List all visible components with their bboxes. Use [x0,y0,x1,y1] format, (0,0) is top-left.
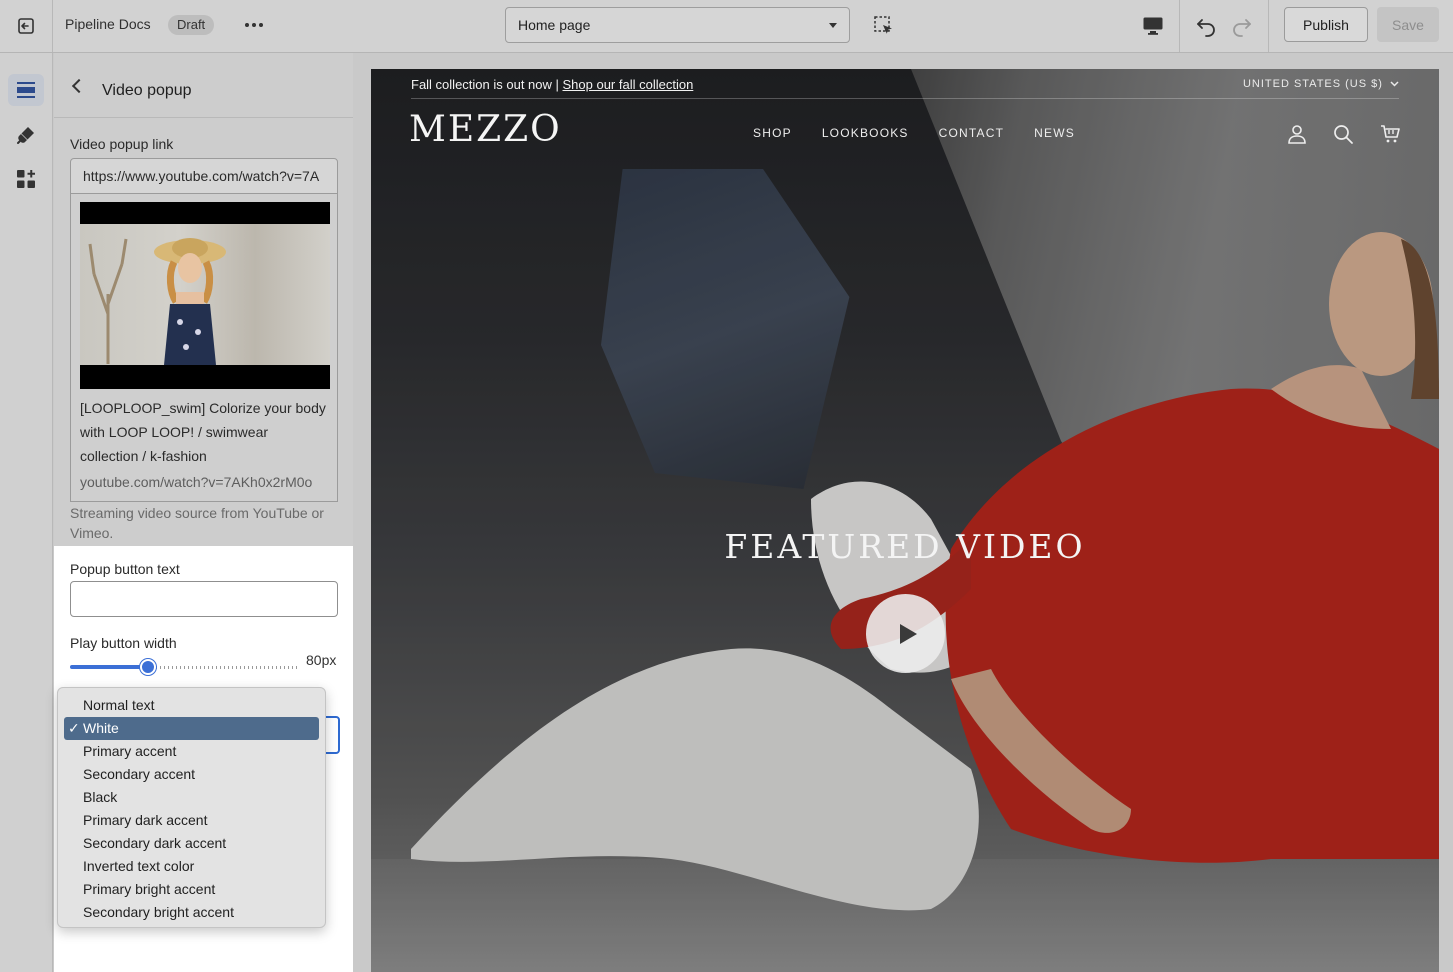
nav-item-contact[interactable]: CONTACT [939,126,1005,140]
video-embed-preview: [LOOPLOOP_swim] Colorize your body with … [70,194,338,502]
template-select[interactable]: Home page [505,7,850,43]
nav-item-lookbooks[interactable]: LOOKBOOKS [822,126,909,140]
theme-settings-button[interactable] [8,119,44,151]
menu-option-primary-dark-accent[interactable]: Primary dark accent [64,809,319,832]
exit-button[interactable] [0,0,53,52]
video-embed-title: [LOOPLOOP_swim] Colorize your body with … [80,400,326,464]
video-link-label: Video popup link [70,136,174,152]
slider-fill [70,665,148,669]
editor-topbar: Pipeline Docs Draft Home page Publish Sa… [0,0,1453,53]
country-selector[interactable]: UNITED STATES (US $) [1243,78,1399,90]
slider-handle[interactable] [140,659,156,675]
toolbar-divider [1179,0,1180,52]
video-link-input[interactable]: https://www.youtube.com/watch?v=7A [70,158,338,194]
toolbar-divider [1268,0,1269,52]
announcement-link[interactable]: Shop our fall collection [563,77,694,92]
back-chevron-icon[interactable] [71,78,87,94]
menu-option-normal-text[interactable]: Normal text [64,694,319,717]
more-dots-icon [245,23,249,27]
store-name: Pipeline Docs [65,16,151,32]
hero-title: FEATURED VIDEO [724,527,1086,566]
search-button[interactable] [1332,123,1354,145]
video-thumbnail [80,202,330,389]
template-select-value: Home page [518,17,591,33]
play-button-width-value: 80px [306,652,337,668]
cart-icon [1381,125,1400,143]
announcement-text: Fall collection is out now | Shop our fa… [411,77,694,92]
nav-item-news[interactable]: NEWS [1034,126,1075,140]
inspector-icon [874,16,892,34]
play-button-width-slider[interactable] [70,659,298,675]
video-embed-url[interactable]: youtube.com/watch?v=7AKh0x2rM0o [80,474,312,490]
inspector-button[interactable] [870,12,898,40]
exit-icon [18,18,34,34]
cart-button[interactable] [1379,123,1401,145]
chevron-down-icon [1390,81,1399,87]
main-navigation: SHOP LOOKBOOKS CONTACT NEWS [753,126,1075,140]
play-icon [899,623,917,644]
storefront-preview: Fall collection is out now | Shop our fa… [371,69,1439,972]
editor-sidebar-rail [0,53,53,972]
panel-header: Video popup [54,53,353,118]
announcement-bar: Fall collection is out now | Shop our fa… [371,69,1439,99]
account-icon [1288,125,1306,144]
more-actions-button[interactable] [240,13,268,37]
sections-button[interactable] [8,74,44,106]
thumbnail-branch-image [88,238,128,364]
apps-button[interactable] [8,163,44,195]
checkmark-icon: ✓ [68,720,80,736]
thumbnail-person-image [154,238,226,365]
color-dropdown-menu: Normal text ✓ White Primary accent Secondary… [57,687,326,928]
slider-ticks [156,666,298,669]
popup-button-text-label: Popup button text [70,561,180,577]
publish-button[interactable]: Publish [1284,7,1368,42]
play-video-button[interactable] [866,594,945,673]
theme-settings-icon [17,127,34,144]
menu-option-white[interactable]: ✓ White [64,717,319,740]
video-link-help-text: Streaming video source from YouTube or V… [70,505,324,541]
apps-icon [17,170,35,188]
menu-option-black[interactable]: Black [64,786,319,809]
play-button-width-label: Play button width [70,635,177,651]
announcement-divider [411,98,1399,99]
undo-button[interactable] [1192,12,1220,40]
menu-option-secondary-accent[interactable]: Secondary accent [64,763,319,786]
panel-title: Video popup [102,82,192,99]
popup-button-text-input[interactable] [70,581,338,617]
undo-icon [1197,19,1215,37]
sections-icon [17,82,35,98]
desktop-icon [1143,17,1163,35]
status-badge: Draft [168,15,215,35]
desktop-view-button[interactable] [1138,12,1168,40]
redo-icon [1233,19,1251,37]
save-button[interactable]: Save [1377,7,1439,42]
menu-option-primary-bright-accent[interactable]: Primary bright accent [64,878,319,901]
menu-option-inverted-text-color[interactable]: Inverted text color [64,855,319,878]
nav-item-shop[interactable]: SHOP [753,126,792,140]
menu-option-primary-accent[interactable]: Primary accent [64,740,319,763]
redo-button[interactable] [1228,12,1256,40]
account-button[interactable] [1286,123,1308,145]
chevron-down-icon [829,22,837,28]
menu-option-secondary-bright-accent[interactable]: Secondary bright accent [64,901,319,924]
store-logo[interactable]: MEZZO [409,109,562,150]
search-icon [1334,125,1353,144]
menu-option-secondary-dark-accent[interactable]: Secondary dark accent [64,832,319,855]
